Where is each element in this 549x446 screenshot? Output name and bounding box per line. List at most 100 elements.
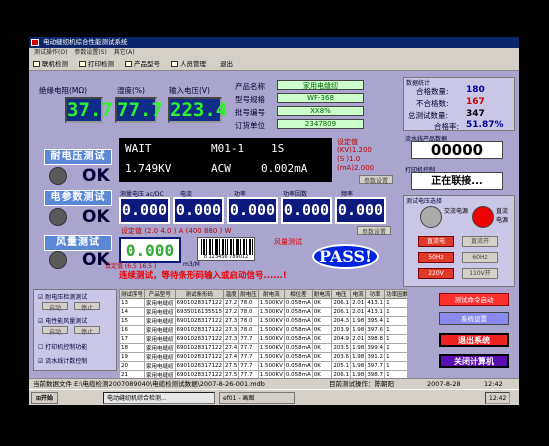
table-cell: 0.058mA [283,298,313,308]
table-cell: 0K [311,352,333,362]
print-test-button[interactable]: 打印检测 [79,59,114,69]
data-table[interactable]: 测试序号产品型号测试条形码温度耐电压耐电流相位差耐电流电压电流功率功率因数风量 … [119,289,407,379]
table-cell: 6901028317122 [174,352,225,362]
table-row[interactable]: 20 家用电缝纫 6901028317122 27.5 77.7 1.500KV 0.058… [119,361,407,371]
status-bar: 当前数据文件 E:\电缆检测2007089040\电缆检测试数据\2007-8-… [29,378,519,389]
table-cell: 27.4 [223,343,240,353]
input-voltage-label: 输入电压(V) [169,86,210,95]
gear-icon [125,61,132,67]
staff-button[interactable]: 人员管理 [171,59,206,69]
table-header: 功率 [365,289,386,299]
table-row[interactable]: 13 家用电缝纫 6901028317122 27.2 78.0 1.500KV 0.058… [119,298,407,308]
table-cell: 27.3 [223,334,240,344]
table-row[interactable]: 19 家用电缝纫 6901028317122 27.4 77.7 1.500KV 0.058… [119,352,407,362]
start-button[interactable]: ⊞开始 [31,392,59,404]
notice-text: 连续测试，等待条形码输入或启动信号......! [119,271,287,281]
ac-indicator[interactable] [420,206,442,228]
dc-indicator[interactable] [472,206,494,228]
menu-other[interactable]: 其它(A) [114,49,135,56]
toolbar: 联机检测 打印检测 产品型号 人员管理 退出 [29,57,519,71]
batch-label: 批号编号 [235,108,265,117]
model-label: 型号规格 [235,95,265,104]
elec-set-line: 设定值 (2.0 4.0 ) A (400 880 ) W [121,227,232,235]
table-cell: 397.6 [365,325,386,335]
50hz-button[interactable]: 50Hz [418,252,454,263]
fan-test-label: 风量测试 [44,235,112,251]
taskbar-paint[interactable]: ef01 - 画图 [219,392,295,404]
system-settings-button[interactable]: 系统设置 [439,312,509,325]
product-name-field[interactable]: 家用电缝纫 [277,80,364,90]
table-cell: 1.500KV [257,334,285,344]
elec-stop-button[interactable]: 停止 [74,326,100,336]
batch-field[interactable]: XX8% [277,106,364,116]
220v-button[interactable]: 220V [418,268,454,279]
hipot-param-button[interactable]: 参数设置 [359,175,393,185]
table-cell: 6901028317122 [174,316,225,326]
app-icon [31,39,39,46]
60hz-button[interactable]: 60Hz [462,252,498,263]
elec-test-label: 电参数测试 [44,190,112,206]
table-cell: 27.3 [223,325,240,335]
fan-led [49,251,67,269]
table-row[interactable]: 16 家用电缝纫 6901028317122 27.3 78.0 1.500KV 0.058… [119,325,407,335]
table-cell: 395.4 [365,316,386,326]
table-header: 电流 [350,289,367,299]
table-cell: 1.500KV [257,325,285,335]
table-cell: 1.500KV [257,361,285,371]
hipot-result: OK [82,166,110,186]
table-cell: 398.8 [365,334,386,344]
table-cell: 13 [119,298,146,308]
check-elec[interactable]: ☑ 电性能风量测试 [38,316,87,325]
table-header: 测试序号 [119,289,146,299]
hipot-set-ma: (mA)2.000 [337,164,375,172]
shutdown-button[interactable]: 关闭计算机 [439,354,509,368]
table-cell: 2.01 [350,307,367,317]
table-cell: 0K [311,325,333,335]
stats-panel: 数据统计 合格数量: 180 不合格数: 167 总测试数量: 347 合格率:… [403,77,515,131]
table-cell: 1 [384,325,407,335]
elec-voltage-value: 0.000 [119,197,170,224]
dc-on-button[interactable]: 直流开 [462,236,498,247]
humidity-label: 湿度(%) [117,86,145,95]
printer-status: 正在联接... [411,172,503,190]
taskbar-app[interactable]: 电动缝纫机综合检测... [103,392,215,404]
table-header: 耐电流 [257,289,285,299]
check-hipot[interactable]: ☑ 耐电压检测测试 [38,292,87,301]
table-cell: 204.9 [331,334,352,344]
table-cell: 206.1 [331,298,352,308]
table-row[interactable]: 15 家用电缝纫 6901028317122 27.3 78.0 1.500KV 0.058… [119,316,407,326]
table-row[interactable]: 14 家用电缝纫 6935016135515 27.2 78.0 1.500KV 0.058… [119,307,407,317]
check-flow[interactable]: ☑ 流水线计数控制 [38,356,87,365]
elec-param-button[interactable]: 参数设置 [357,226,391,236]
humidity-value: 77.7 [115,97,163,123]
hipot-type: ACW [211,162,231,175]
table-cell: 1.500KV [257,307,285,317]
exit-button[interactable]: 退出 [211,59,233,69]
check-printer[interactable]: ☐ 打印机控制功能 [38,342,87,351]
table-cell: 1.500KV [257,298,285,308]
table-row[interactable]: 18 家用电缝纫 6901028317122 27.4 77.7 1.500KV 0.058… [119,343,407,353]
table-row[interactable]: 17 家用电缝纫 6901028317122 27.3 77.7 1.500KV 0.058… [119,334,407,344]
table-cell: 家用电缝纫 [144,361,176,371]
exit-system-button[interactable]: 退出系统 [439,333,509,347]
table-cell: 1 [384,316,407,326]
hipot-stop-button[interactable]: 停止 [74,302,100,312]
start-test-button[interactable]: 测试命令启动 [439,293,509,306]
table-cell: 0.058mA [283,334,313,344]
product-model-button[interactable]: 产品型号 [125,59,160,69]
monitor-icon [33,61,40,67]
dc-button[interactable]: 直流电 [418,236,454,247]
table-cell: 家用电缝纫 [144,334,176,344]
online-test-button[interactable]: 联机检测 [33,59,68,69]
menu-operate[interactable]: 测试操作(O) [34,49,67,56]
elec-start-button[interactable]: 启动 [42,326,68,336]
menu-params[interactable]: 参数设置(S) [74,49,107,56]
table-cell: 399.4 [365,343,386,353]
table-cell: 1 [384,343,407,353]
order-field[interactable]: 2347809 [277,119,364,129]
110v-button[interactable]: 110V开 [462,268,498,279]
model-field[interactable]: WF-368 [277,93,364,103]
hipot-start-button[interactable]: 启动 [42,302,68,312]
dc-label: 直流电源 [496,208,509,224]
table-cell: 家用电缝纫 [144,307,176,317]
